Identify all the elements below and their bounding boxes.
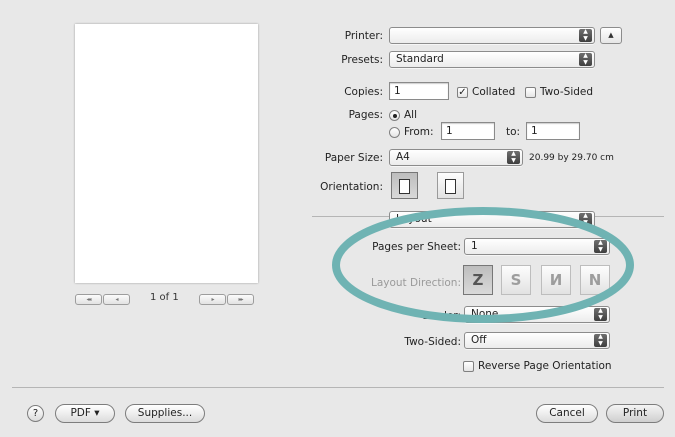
bottom-divider (12, 387, 664, 388)
cancel-button[interactable]: Cancel (536, 404, 598, 423)
reverse-orientation-label: Reverse Page Orientation (478, 360, 612, 372)
layout-two-sided-popup[interactable]: Off ▲ ▼ (464, 332, 610, 349)
layout-two-sided-label: Two-Sided: (404, 336, 461, 348)
help-button[interactable]: ? (27, 405, 44, 422)
supplies-button[interactable]: Supplies... (125, 404, 205, 423)
print-button[interactable]: Print (606, 404, 664, 423)
reverse-orientation-checkbox[interactable] (463, 361, 474, 372)
pdf-menu-button[interactable]: PDF ▾ (55, 404, 115, 423)
updown-arrows-icon: ▲ ▼ (594, 333, 607, 347)
layout-two-sided-value: Off (471, 334, 487, 346)
